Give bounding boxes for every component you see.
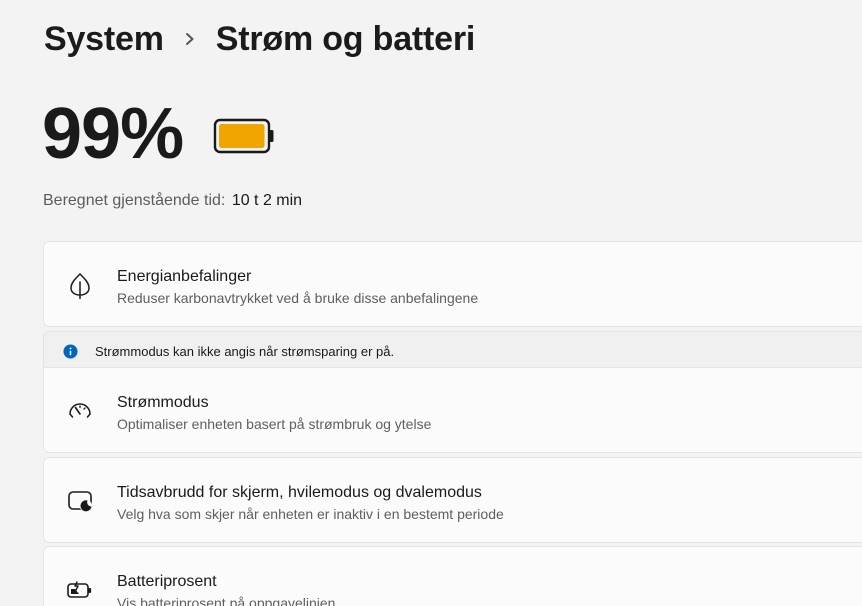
leaf-icon: [70, 272, 90, 299]
energy-recommendations-card[interactable]: Energianbefalinger Reduser karbonavtrykk…: [43, 241, 862, 327]
info-bar-text: Strømmodus kan ikke angis når strømspari…: [95, 344, 395, 359]
breadcrumb: System Strøm og batteri: [44, 16, 475, 62]
card-subtitle: Vis batteriprosent på oppgavelinjen: [117, 595, 336, 606]
battery-percentage-card[interactable]: Batteriprosent Vis batteriprosent på opp…: [43, 546, 862, 606]
power-mode-card[interactable]: Strømmodus Optimaliser enheten basert på…: [43, 367, 862, 453]
info-icon: [63, 344, 78, 359]
info-bar: Strømmodus kan ikke angis når strømspari…: [43, 331, 862, 369]
screen-sleep-icon: [68, 491, 93, 513]
battery-status: 99%: [42, 92, 275, 176]
chevron-right-icon: [185, 33, 194, 45]
screen-sleep-timeouts-card[interactable]: Tidsavbrudd for skjerm, hvilemodus og dv…: [43, 457, 862, 543]
card-subtitle: Reduser karbonavtrykket ved å bruke diss…: [117, 290, 479, 306]
battery-percentage: 99%: [42, 94, 184, 174]
battery-icon: [213, 118, 274, 154]
card-title: Batteriprosent: [117, 573, 217, 590]
settings-page: System Strøm og batteri 99% Beregnet gje…: [0, 0, 862, 606]
card-title: Strømmodus: [117, 394, 209, 411]
breadcrumb-current: Strøm og batteri: [215, 19, 476, 58]
battery-saver-icon: [67, 581, 92, 598]
remaining-value: 10 t 2 min: [231, 192, 303, 209]
card-title: Tidsavbrudd for skjerm, hvilemodus og dv…: [117, 484, 482, 501]
breadcrumb-parent[interactable]: System: [44, 20, 164, 59]
card-subtitle: Velg hva som skjer når enheten er inakti…: [117, 506, 504, 522]
power-mode-gauge-icon: [69, 403, 91, 418]
card-subtitle: Optimaliser enheten basert på strømbruk …: [117, 416, 432, 432]
remaining-label: Beregnet gjenstående tid:: [43, 192, 226, 209]
estimated-remaining-time: Beregnet gjenstående tid: 10 t 2 min: [43, 192, 302, 210]
card-title: Energianbefalinger: [117, 268, 252, 285]
